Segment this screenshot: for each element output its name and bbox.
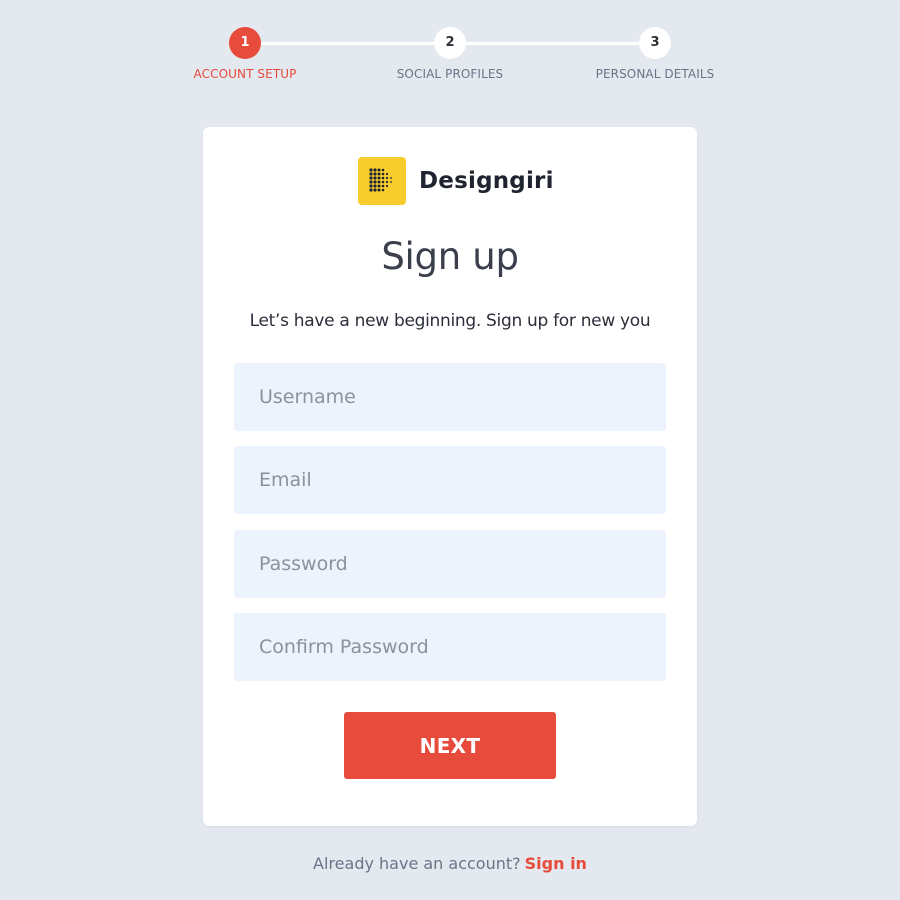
step-number: 3	[639, 27, 671, 59]
brand-name: Designgiri	[419, 168, 554, 194]
dot-grid-icon	[358, 157, 406, 205]
step-number: 2	[434, 27, 466, 59]
brand: Designgiri	[358, 157, 554, 205]
username-field[interactable]	[234, 363, 666, 431]
step-label: ACCOUNT SETUP	[193, 67, 297, 81]
step-social-profiles[interactable]: 2 SOCIAL PROFILES	[360, 27, 540, 81]
step-account-setup[interactable]: 1 ACCOUNT SETUP	[155, 27, 335, 81]
signin-prompt-text: Already have an account?	[313, 854, 521, 873]
confirm-password-field[interactable]	[234, 613, 666, 681]
step-personal-details[interactable]: 3 PERSONAL DETAILS	[565, 27, 745, 81]
next-button[interactable]: NEXT	[344, 712, 556, 779]
step-label: PERSONAL DETAILS	[595, 67, 715, 81]
page-title: Sign up	[381, 235, 519, 278]
signin-prompt: Already have an account? Sign in	[0, 854, 900, 873]
email-field[interactable]	[234, 446, 666, 514]
signin-link[interactable]: Sign in	[525, 854, 587, 873]
page-subtitle: Let’s have a new beginning. Sign up for …	[249, 311, 651, 331]
progress-stepper: 1 ACCOUNT SETUP 2 SOCIAL PROFILES 3 PERS…	[0, 0, 900, 100]
password-field[interactable]	[234, 530, 666, 598]
signup-card: Designgiri Sign up Let’s have a new begi…	[203, 127, 697, 826]
step-number: 1	[229, 27, 261, 59]
step-label: SOCIAL PROFILES	[396, 67, 504, 81]
